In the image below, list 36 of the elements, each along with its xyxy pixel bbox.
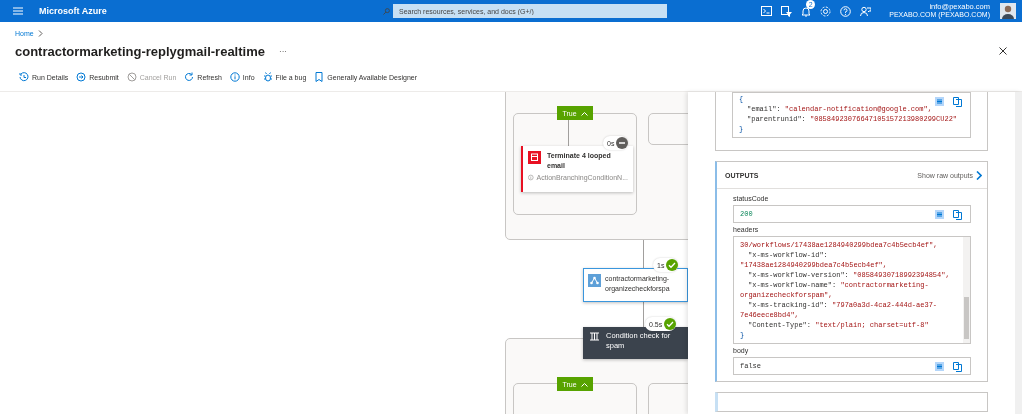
avatar-icon[interactable] <box>1000 3 1016 19</box>
feedback-icon[interactable] <box>860 5 872 17</box>
workflow-icon <box>588 274 601 287</box>
caret-icon <box>580 381 588 387</box>
help-icon[interactable] <box>840 5 852 17</box>
view-icon[interactable] <box>935 97 944 106</box>
brand-name[interactable]: Microsoft Azure <box>39 6 359 16</box>
chevron-icon <box>37 29 43 37</box>
copy-icon[interactable] <box>953 362 962 372</box>
chevron-icon <box>976 170 982 180</box>
bookmark-icon <box>314 72 325 82</box>
bug-icon <box>262 72 273 82</box>
view-icon[interactable] <box>935 210 944 219</box>
close-icon[interactable] <box>999 47 1007 55</box>
history-icon <box>19 72 29 82</box>
notification-bell-icon[interactable] <box>801 5 812 17</box>
info-icon <box>229 72 240 82</box>
terminal-icon[interactable] <box>761 6 773 16</box>
settings-icon[interactable] <box>820 5 832 17</box>
directory-filter-icon[interactable] <box>781 5 793 17</box>
cancel-icon <box>126 72 137 82</box>
menu-icon[interactable] <box>13 7 23 15</box>
caret-icon <box>580 110 588 116</box>
scrollbar[interactable] <box>963 237 970 343</box>
copy-icon[interactable] <box>953 97 962 107</box>
condition-icon <box>589 331 600 342</box>
refresh-icon <box>184 72 195 82</box>
search-icon <box>383 7 390 15</box>
resubmit-icon <box>76 72 87 82</box>
copy-icon[interactable] <box>953 210 962 220</box>
page-title: contractormarketing-replygmail-realtime <box>15 43 265 59</box>
more-button[interactable]: ··· <box>278 46 287 56</box>
scrollbar[interactable] <box>1015 92 1022 414</box>
info-icon <box>528 174 534 181</box>
view-icon[interactable] <box>935 362 944 371</box>
terminate-icon <box>528 151 541 164</box>
